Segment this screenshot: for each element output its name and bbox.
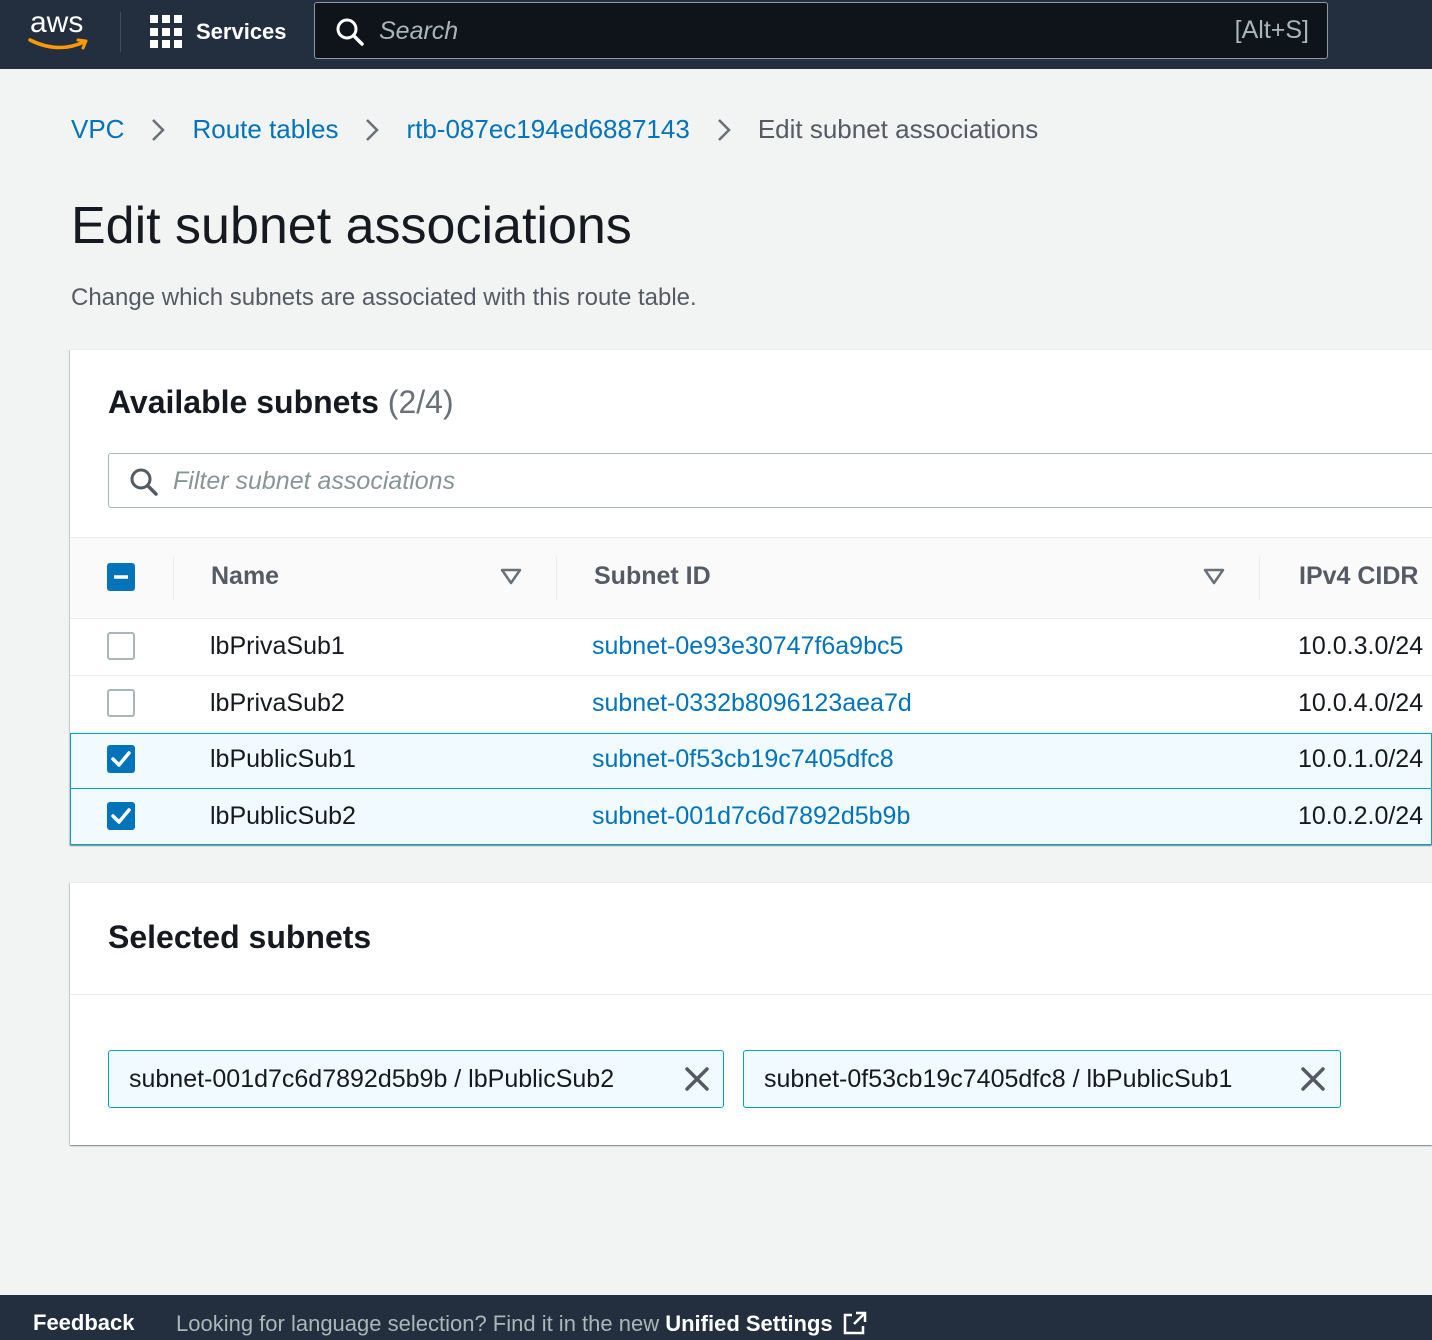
search-shortcut-hint: [Alt+S]: [1234, 16, 1309, 44]
chevron-right-icon: [716, 117, 732, 143]
close-icon[interactable]: [683, 1065, 711, 1093]
breadcrumb: VPC Route tables rtb-087ec194ed6887143 E…: [71, 114, 1038, 145]
subnet-name: lbPublicSub1: [210, 745, 356, 773]
services-menu-button[interactable]: Services: [150, 12, 287, 52]
subnet-cidr: 10.0.1.0/24: [1298, 745, 1424, 773]
selected-subnets-header: Selected subnets: [70, 883, 1432, 995]
feedback-link[interactable]: Feedback: [33, 1310, 135, 1336]
available-subnets-count: (2/4): [387, 384, 454, 420]
subnet-name: lbPrivaSub2: [210, 689, 345, 717]
language-notice: Looking for language selection? Find it …: [176, 1310, 868, 1337]
external-link-icon[interactable]: [842, 1310, 868, 1336]
subnet-cidr: 10.0.4.0/24: [1298, 689, 1424, 717]
column-separator: [556, 556, 557, 600]
selected-subnets-title: Selected subnets: [108, 919, 372, 955]
subnet-name: lbPublicSub2: [210, 802, 356, 830]
subnet-id-link[interactable]: subnet-0332b8096123aea7d: [592, 689, 912, 718]
available-subnets-panel: Available subnets (2/4) Name Subnet ID I…: [70, 349, 1432, 845]
search-icon: [130, 468, 158, 496]
breadcrumb-vpc[interactable]: VPC: [71, 114, 124, 145]
nav-divider: [120, 12, 121, 52]
breadcrumb-route-tables[interactable]: Route tables: [192, 114, 338, 145]
subnet-id-link[interactable]: subnet-0e93e30747f6a9bc5: [592, 632, 903, 661]
column-header-name[interactable]: Name: [211, 562, 279, 591]
selected-subnet-token: subnet-001d7c6d7892d5b9b / lbPublicSub2: [108, 1050, 724, 1108]
table-row[interactable]: lbPrivaSub1 subnet-0e93e30747f6a9bc5 10.…: [70, 619, 1432, 676]
checkmark-icon: [111, 808, 131, 824]
global-search[interactable]: [Alt+S]: [314, 2, 1328, 59]
aws-smile-icon: [28, 38, 88, 50]
global-search-input[interactable]: [379, 11, 1199, 51]
column-header-ipv4-cidr[interactable]: IPv4 CIDR: [1299, 562, 1418, 591]
subnet-cidr: 10.0.3.0/24: [1298, 632, 1424, 660]
subnet-cidr: 10.0.2.0/24: [1298, 802, 1424, 830]
table-row[interactable]: lbPrivaSub2 subnet-0332b8096123aea7d 10.…: [70, 676, 1432, 733]
token-label: subnet-0f53cb19c7405dfc8 / lbPublicSub1: [764, 1065, 1233, 1093]
select-all-checkbox[interactable]: [107, 563, 135, 591]
grid-menu-icon: [150, 15, 184, 49]
breadcrumb-route-table-id[interactable]: rtb-087ec194ed6887143: [406, 114, 689, 145]
table-row[interactable]: lbPublicSub1 subnet-0f53cb19c7405dfc8 10…: [70, 733, 1432, 790]
subnet-id-link[interactable]: subnet-0f53cb19c7405dfc8: [592, 745, 894, 774]
minus-icon: [114, 575, 128, 579]
aws-logo[interactable]: aws: [28, 6, 92, 56]
selected-subnets-panel: Selected subnets subnet-001d7c6d7892d5b9…: [70, 882, 1432, 1145]
token-label: subnet-001d7c6d7892d5b9b / lbPublicSub2: [129, 1065, 615, 1093]
sort-caret-icon[interactable]: [1203, 568, 1225, 586]
checkmark-icon: [111, 751, 131, 767]
row-checkbox[interactable]: [107, 802, 135, 830]
available-subnets-title: Available subnets: [108, 384, 379, 420]
row-checkbox[interactable]: [107, 745, 135, 773]
row-checkbox[interactable]: [107, 632, 135, 660]
subnet-name: lbPrivaSub1: [210, 632, 345, 660]
filter-input[interactable]: [173, 462, 1073, 500]
sort-caret-icon[interactable]: [500, 568, 522, 586]
page-description: Change which subnets are associated with…: [71, 284, 697, 311]
chevron-right-icon: [364, 117, 380, 143]
aws-logo-text: aws: [30, 6, 84, 39]
table-row[interactable]: lbPublicSub2 subnet-001d7c6d7892d5b9b 10…: [70, 788, 1432, 845]
subnet-id-link[interactable]: subnet-001d7c6d7892d5b9b: [592, 802, 910, 831]
row-checkbox[interactable]: [107, 689, 135, 717]
breadcrumb-current: Edit subnet associations: [757, 114, 1039, 144]
page-title: Edit subnet associations: [71, 197, 632, 255]
language-notice-text: Looking for language selection? Find it …: [176, 1311, 666, 1336]
unified-settings-link[interactable]: Unified Settings: [665, 1311, 832, 1336]
column-separator: [1259, 556, 1260, 600]
top-navigation: aws Services [Alt+S]: [0, 0, 1432, 69]
column-header-subnet-id[interactable]: Subnet ID: [594, 562, 711, 591]
close-icon[interactable]: [1299, 1065, 1327, 1093]
services-label: Services: [196, 19, 287, 44]
selected-subnet-token: subnet-0f53cb19c7405dfc8 / lbPublicSub1: [743, 1050, 1341, 1108]
available-subnets-header: Available subnets (2/4): [108, 384, 454, 421]
table-header: Name Subnet ID IPv4 CIDR: [70, 537, 1432, 619]
chevron-right-icon: [150, 117, 166, 143]
filter-box[interactable]: [108, 453, 1432, 508]
footer: Feedback Looking for language selection?…: [0, 1295, 1432, 1340]
column-separator: [173, 556, 174, 600]
search-icon: [336, 18, 364, 46]
